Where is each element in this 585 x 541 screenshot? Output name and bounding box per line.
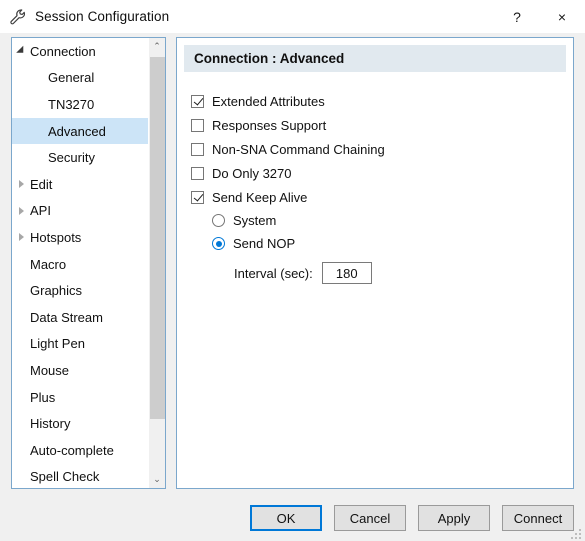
sidebar-item-label: Graphics — [30, 283, 83, 299]
radio-unselected-icon[interactable] — [212, 214, 225, 227]
triangle-icon — [18, 206, 24, 215]
checkbox-send-keep-alive[interactable]: Send Keep Alive — [191, 185, 573, 209]
help-button[interactable]: ? — [495, 0, 539, 33]
sidebar-item-general[interactable]: General — [12, 65, 149, 92]
scrollbar-up-arrow-icon[interactable]: ⌃ — [149, 38, 165, 55]
radio-label: Send NOP — [233, 236, 296, 251]
checkbox-label: Extended Attributes — [212, 93, 325, 109]
sidebar-item-label: Security — [48, 150, 95, 166]
triangle-icon — [15, 45, 27, 57]
sidebar-item-hotspots[interactable]: Hotspots — [12, 224, 149, 251]
checkbox-label: Non-SNA Command Chaining — [212, 141, 385, 157]
page-title: Connection : Advanced — [194, 51, 345, 66]
scrollbar-thumb[interactable] — [150, 57, 165, 419]
sidebar-item-label: Data Stream — [30, 309, 103, 325]
checkbox-do-only-3270[interactable]: Do Only 3270 — [191, 161, 573, 185]
sidebar-item-label: Light Pen — [30, 336, 85, 352]
sidebar-item-label: Mouse — [30, 362, 70, 378]
apply-button[interactable]: Apply — [418, 505, 490, 531]
checkbox-unchecked-icon[interactable] — [191, 142, 204, 156]
checkbox-label: Do Only 3270 — [212, 165, 292, 181]
resize-grip-dot — [579, 537, 581, 539]
sidebar-item-api[interactable]: API — [12, 198, 149, 225]
radio-send-nop[interactable]: Send NOP — [212, 232, 573, 255]
sidebar-item-spell-check[interactable]: Spell Check — [12, 464, 149, 489]
connect-button[interactable]: Connect — [502, 505, 574, 531]
resize-grip-dot — [575, 533, 577, 535]
sidebar-item-label: Edit — [30, 176, 53, 192]
sidebar-item-plus[interactable]: Plus — [12, 384, 149, 411]
triangle-icon — [18, 180, 24, 189]
interval-label: Interval (sec): — [234, 265, 313, 281]
sidebar-item-label: Hotspots — [30, 229, 82, 245]
resize-grip-dot — [579, 529, 581, 531]
checkbox-responses-support[interactable]: Responses Support — [191, 113, 573, 137]
title-bar: Session Configuration ? × — [0, 0, 585, 33]
content-inner: Extended Attributes Responses Support Non-… — [177, 72, 573, 285]
tree-expanded-icon[interactable] — [12, 45, 30, 57]
tree-collapsed-icon[interactable] — [12, 206, 30, 215]
tree-scrollbar[interactable]: ⌃ ⌄ — [148, 38, 165, 488]
sidebar-item-tn3270[interactable]: TN3270 — [12, 91, 149, 118]
tree-collapsed-icon[interactable] — [12, 233, 30, 242]
dialog-body: Connection General TN3270 Advanced Security E… — [0, 33, 585, 541]
checkbox-extended-attributes[interactable]: Extended Attributes — [191, 89, 573, 113]
tree-collapsed-icon[interactable] — [12, 180, 30, 189]
sidebar-item-label: Plus — [30, 389, 56, 405]
sidebar-item-label: Advanced — [48, 123, 106, 139]
settings-tree[interactable]: Connection General TN3270 Advanced Security E… — [12, 38, 149, 488]
checkbox-unchecked-icon[interactable] — [191, 118, 204, 132]
radio-selected-icon[interactable] — [212, 237, 225, 250]
sidebar-item-auto-complete[interactable]: Auto-complete — [12, 437, 149, 464]
checkbox-label: Responses Support — [212, 117, 327, 133]
checkbox-non-sna-command-chaining[interactable]: Non-SNA Command Chaining — [191, 137, 573, 161]
button-bar: OK Cancel Apply Connect — [250, 505, 574, 531]
checkbox-group: Extended Attributes Responses Support Non-… — [191, 89, 573, 209]
sidebar-item-graphics[interactable]: Graphics — [12, 277, 149, 304]
sidebar-item-connection[interactable]: Connection — [12, 38, 149, 65]
resize-grip-dot — [575, 537, 577, 539]
scrollbar-down-arrow-icon[interactable]: ⌄ — [149, 471, 165, 488]
sidebar-item-label: Auto-complete — [30, 442, 114, 458]
interval-input[interactable] — [321, 262, 372, 284]
checkbox-checked-icon[interactable] — [191, 94, 204, 108]
radio-system[interactable]: System — [212, 209, 573, 232]
sidebar-item-label: TN3270 — [48, 96, 95, 112]
content-header: Connection : Advanced — [184, 45, 566, 72]
resize-grip-dot — [571, 537, 573, 539]
sidebar-item-edit[interactable]: Edit — [12, 171, 149, 198]
cancel-button[interactable]: Cancel — [334, 505, 406, 531]
sidebar-item-label: Spell Check — [30, 469, 100, 485]
sidebar-item-label: API — [30, 203, 51, 219]
sidebar-item-macro[interactable]: Macro — [12, 251, 149, 278]
radio-label: System — [233, 213, 277, 228]
sidebar-item-label: Macro — [30, 256, 67, 272]
sidebar-item-label: General — [48, 70, 95, 86]
sidebar-item-light-pen[interactable]: Light Pen — [12, 331, 149, 358]
triangle-icon — [18, 233, 24, 242]
radio-group: System Send NOP — [191, 209, 573, 255]
checkbox-unchecked-icon[interactable] — [191, 166, 204, 180]
resize-grip[interactable] — [571, 527, 583, 539]
content-panel: Connection : Advanced Extended Attribute… — [176, 37, 574, 489]
close-button[interactable]: × — [539, 0, 585, 33]
checkbox-checked-icon[interactable] — [191, 190, 204, 204]
sidebar-item-label: Connection — [30, 43, 96, 59]
settings-tree-panel: Connection General TN3270 Advanced Security E… — [11, 37, 166, 489]
ok-button[interactable]: OK — [250, 505, 322, 531]
interval-row: Interval (sec): — [234, 261, 573, 285]
sidebar-item-advanced[interactable]: Advanced — [12, 117, 149, 145]
sidebar-item-history[interactable]: History — [12, 410, 149, 437]
checkbox-label: Send Keep Alive — [212, 189, 308, 205]
sidebar-item-data-stream[interactable]: Data Stream — [12, 304, 149, 331]
sidebar-item-mouse[interactable]: Mouse — [12, 357, 149, 384]
window-title: Session Configuration — [35, 9, 170, 24]
resize-grip-dot — [579, 533, 581, 535]
sidebar-item-label: History — [30, 416, 71, 432]
sidebar-item-security[interactable]: Security — [12, 144, 149, 171]
wrench-icon — [10, 8, 26, 24]
